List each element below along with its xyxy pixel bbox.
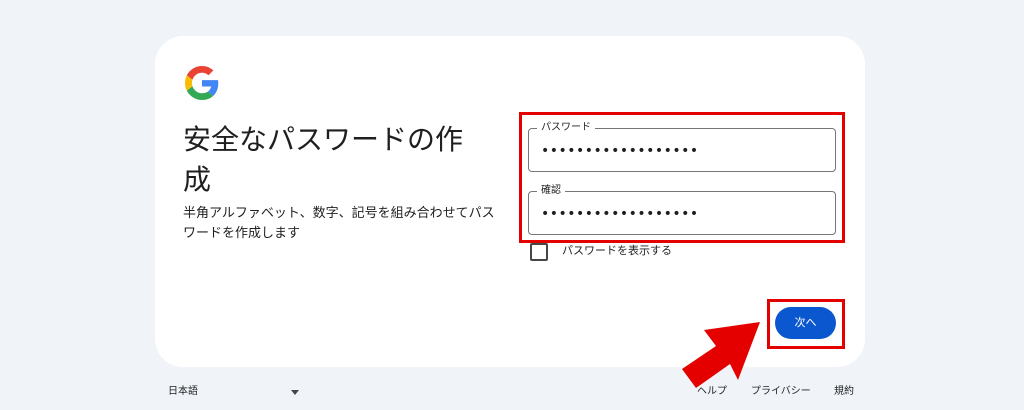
language-selector[interactable]: 日本語 xyxy=(168,384,198,400)
next-button[interactable]: 次へ xyxy=(775,307,836,339)
show-password-label[interactable]: パスワードを表示する xyxy=(562,243,672,259)
password-value: •••••••••••••••••• xyxy=(541,143,699,159)
terms-link[interactable]: 規約 xyxy=(834,384,854,400)
page-title: 安全なパスワードの作成 xyxy=(183,123,464,196)
confirm-label: 確認 xyxy=(537,184,565,198)
chevron-down-icon[interactable] xyxy=(291,390,299,395)
help-link[interactable]: ヘルプ xyxy=(697,384,727,400)
password-field[interactable]: パスワード •••••••••••••••••• xyxy=(528,121,836,172)
page-description: 半角アルファベット、数字、記号を組み合わせてパスワードを作成します xyxy=(183,206,495,241)
password-label: パスワード xyxy=(537,121,595,135)
confirm-password-field[interactable]: 確認 •••••••••••••••••• xyxy=(528,184,836,235)
annotation-arrow-icon xyxy=(682,322,760,388)
signin-card: 安全なパスワードの作成 半角アルファベット、数字、記号を組み合わせてパスワードを… xyxy=(155,36,865,367)
google-logo-icon xyxy=(185,66,219,100)
privacy-link[interactable]: プライバシー xyxy=(751,384,811,400)
confirm-value: •••••••••••••••••• xyxy=(541,206,699,222)
show-password-checkbox[interactable] xyxy=(530,243,548,261)
